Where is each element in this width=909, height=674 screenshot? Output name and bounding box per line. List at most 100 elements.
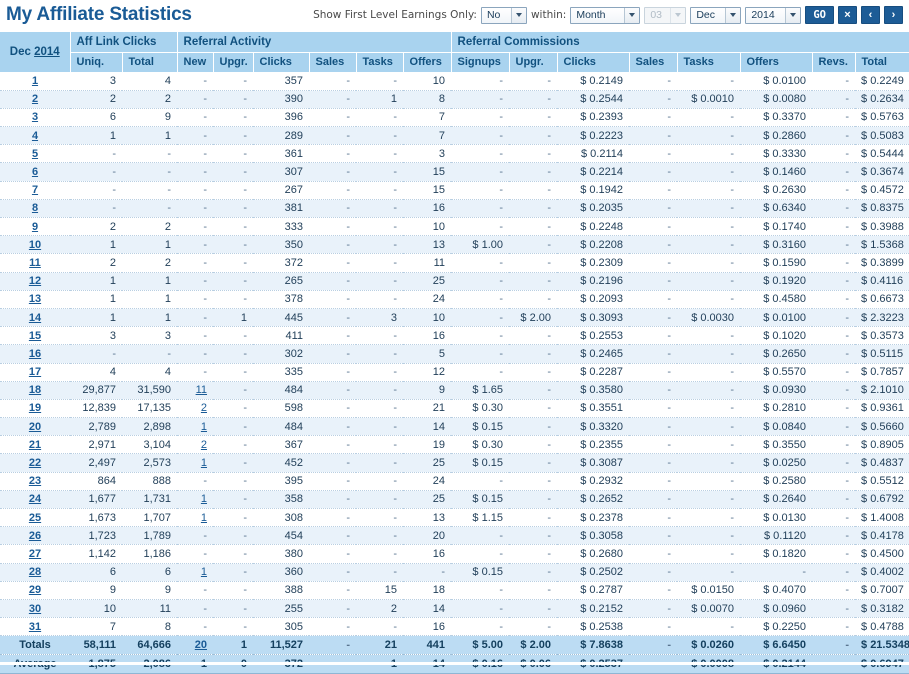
cell-value: 31,590 — [137, 384, 172, 397]
column-header-rc-total[interactable]: Total — [855, 52, 909, 72]
column-header-ra-sales[interactable]: Sales — [309, 52, 357, 72]
day-link[interactable]: 23 — [29, 475, 41, 487]
column-header-ra-new[interactable]: New — [177, 52, 214, 72]
day-link[interactable]: 21 — [29, 439, 41, 451]
column-header-rc-revs[interactable]: Revs. — [812, 52, 856, 72]
cell-value: $ 0.0150 — [691, 584, 735, 597]
data-cell: - — [509, 90, 558, 109]
day-link[interactable]: 10 — [29, 239, 41, 251]
day-link[interactable]: 2 — [32, 93, 38, 105]
data-cell: - — [213, 235, 254, 255]
cell-link[interactable]: 20 — [195, 639, 207, 651]
data-cell: 1 — [70, 272, 122, 291]
day-link[interactable]: 24 — [29, 493, 41, 505]
day-link[interactable]: 19 — [29, 402, 41, 414]
previous-period-button[interactable]: ‹ — [861, 6, 880, 24]
day-link[interactable]: 3 — [32, 111, 38, 123]
day-link[interactable]: 26 — [29, 530, 41, 542]
day-link[interactable]: 7 — [32, 184, 38, 196]
column-header-rc-sales[interactable]: Sales — [629, 52, 678, 72]
data-cell: - — [213, 617, 254, 637]
empty-value: - — [112, 184, 116, 197]
data-cell: - — [451, 472, 510, 491]
day-link[interactable]: 1 — [32, 75, 38, 87]
day-link[interactable]: 6 — [32, 166, 38, 178]
cell-link[interactable]: 2 — [201, 402, 207, 414]
cell-value: $ 0.2249 — [861, 74, 904, 87]
column-header-ra-offers[interactable]: Offers — [403, 52, 452, 72]
day-link[interactable]: 31 — [29, 621, 41, 633]
empty-value: - — [845, 475, 850, 488]
period-select[interactable]: Month — [570, 6, 641, 24]
cell-value: 1,673 — [88, 511, 116, 524]
data-cell: $ 0.2355 — [557, 435, 630, 455]
column-header-aff-total[interactable]: Total — [122, 52, 178, 72]
day-link[interactable]: 28 — [29, 566, 41, 578]
data-cell: - — [451, 308, 510, 328]
day-link[interactable]: 5 — [32, 148, 38, 160]
empty-value: - — [203, 166, 208, 179]
empty-value: - — [346, 256, 351, 269]
column-header-rc-signups[interactable]: Signups — [451, 52, 510, 72]
data-cell: 307 — [253, 162, 310, 182]
column-header-aff-uniq[interactable]: Uniq. — [70, 52, 123, 72]
day-link[interactable]: 20 — [29, 421, 41, 433]
cell-link[interactable]: 11 — [196, 384, 207, 396]
next-period-button[interactable]: › — [884, 6, 903, 24]
data-cell: - — [812, 581, 856, 600]
cell-value: 6 — [164, 566, 172, 579]
data-cell: - — [812, 399, 856, 419]
cell-value: $ 1.65 — [472, 384, 504, 397]
column-header-rc-clicks[interactable]: Clicks — [557, 52, 630, 72]
first-level-earnings-select[interactable]: No — [480, 6, 527, 24]
column-header-ra-upgr[interactable]: Upgr. — [213, 52, 254, 72]
data-cell: $ 0.1590 — [740, 253, 813, 273]
day-link[interactable]: 17 — [29, 366, 41, 378]
day-link[interactable]: 8 — [32, 202, 38, 214]
empty-value: - — [243, 493, 248, 506]
day-link[interactable]: 15 — [29, 330, 41, 342]
data-cell: 598 — [253, 399, 310, 419]
empty-value: - — [499, 202, 504, 215]
cell-link[interactable]: 1 — [201, 512, 207, 524]
cell-link[interactable]: 2 — [201, 439, 207, 451]
day-select[interactable]: 03 — [644, 6, 687, 24]
day-link[interactable]: 14 — [29, 312, 41, 324]
data-cell: 1 — [122, 272, 178, 291]
day-link[interactable]: 18 — [29, 384, 41, 396]
day-link[interactable]: 30 — [29, 603, 41, 615]
data-cell: - — [629, 90, 678, 109]
month-select[interactable]: Dec — [690, 6, 742, 24]
cell-link[interactable]: 1 — [201, 421, 207, 433]
empty-value: - — [243, 420, 248, 433]
cell-link[interactable]: 1 — [201, 493, 207, 505]
day-link[interactable]: 22 — [29, 457, 41, 469]
day-link[interactable]: 4 — [32, 130, 38, 142]
empty-value: - — [203, 256, 208, 269]
day-link[interactable]: 12 — [29, 275, 41, 287]
go-button[interactable]: GO — [805, 6, 834, 24]
column-header-rc-offers[interactable]: Offers — [740, 52, 813, 72]
cell-link[interactable]: 1 — [201, 566, 207, 578]
column-header-rc-upgr[interactable]: Upgr. — [509, 52, 558, 72]
day-link[interactable]: 11 — [29, 257, 41, 269]
cell-link[interactable]: 1 — [201, 457, 207, 469]
year-select[interactable]: 2014 — [745, 6, 802, 24]
data-cell: $ 0.3320 — [557, 417, 630, 437]
day-link[interactable]: 16 — [29, 348, 41, 360]
day-cell: 12 — [0, 272, 70, 291]
data-cell: - — [677, 235, 741, 255]
column-header-ra-clicks[interactable]: Clicks — [253, 52, 310, 72]
column-header-ra-tasks[interactable]: Tasks — [356, 52, 404, 72]
data-cell: - — [509, 162, 558, 182]
data-cell: 14 — [403, 599, 452, 619]
day-link[interactable]: 9 — [32, 221, 38, 233]
day-link[interactable]: 13 — [29, 293, 41, 305]
close-button[interactable]: × — [838, 6, 857, 24]
day-link[interactable]: 25 — [29, 512, 41, 524]
day-link[interactable]: 27 — [29, 548, 41, 560]
day-link[interactable]: 29 — [29, 584, 41, 596]
cell-value: $ 0.0130 — [763, 511, 807, 524]
column-header-rc-tasks[interactable]: Tasks — [677, 52, 741, 72]
cell-value: 25 — [432, 457, 446, 470]
